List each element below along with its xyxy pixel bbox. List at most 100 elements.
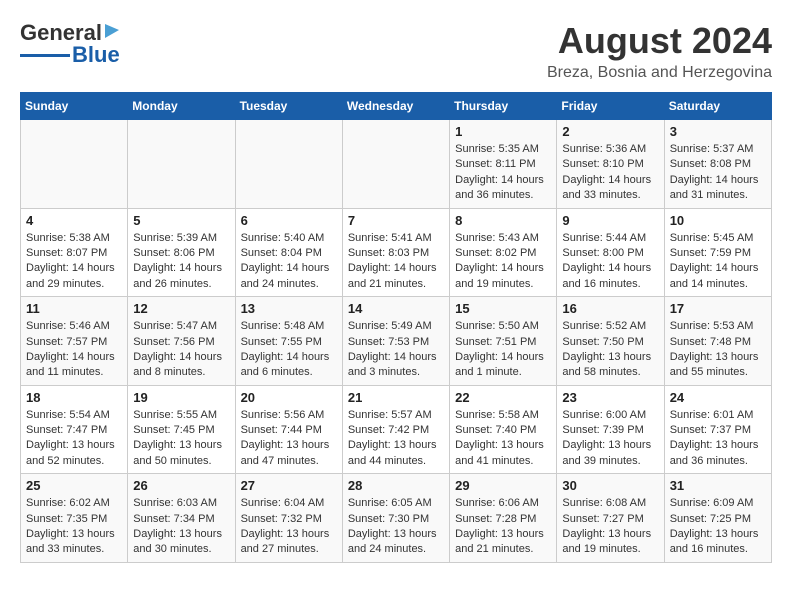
main-title: August 2024 bbox=[547, 20, 772, 62]
calendar-week-5: 25 Sunrise: 6:02 AM Sunset: 7:35 PM Dayli… bbox=[21, 474, 772, 563]
calendar-cell: 8Sunrise: 5:43 AM Sunset: 8:02 PM Daylig… bbox=[450, 208, 557, 297]
day-number: 9 bbox=[562, 213, 658, 228]
day-number: 30 bbox=[562, 478, 658, 493]
calendar-cell: 21 Sunrise: 5:57 AM Sunset: 7:42 PM Dayli… bbox=[342, 385, 449, 474]
day-number: 7 bbox=[348, 213, 444, 228]
day-number: 20 bbox=[241, 390, 337, 405]
calendar-cell bbox=[21, 120, 128, 209]
day-info: Sunrise: 6:06 AM Sunset: 7:28 PM Dayligh… bbox=[455, 496, 551, 558]
day-number: 28 bbox=[348, 478, 444, 493]
day-number: 3 bbox=[670, 124, 766, 139]
calendar-header-friday: Friday bbox=[557, 93, 664, 120]
day-info: Sunrise: 5:37 AM Sunset: 8:08 PM Dayligh… bbox=[670, 142, 766, 204]
day-info: Sunrise: 5:55 AM Sunset: 7:45 PM Dayligh… bbox=[133, 408, 229, 470]
day-number: 23 bbox=[562, 390, 658, 405]
calendar-cell: 16 Sunrise: 5:52 AM Sunset: 7:50 PM Dayli… bbox=[557, 297, 664, 386]
day-info: Sunrise: 6:04 AM Sunset: 7:32 PM Dayligh… bbox=[241, 496, 337, 558]
calendar-cell: 19 Sunrise: 5:55 AM Sunset: 7:45 PM Dayli… bbox=[128, 385, 235, 474]
calendar-cell: 31 Sunrise: 6:09 AM Sunset: 7:25 PM Dayli… bbox=[664, 474, 771, 563]
calendar-cell: 2Sunrise: 5:36 AM Sunset: 8:10 PM Daylig… bbox=[557, 120, 664, 209]
calendar-header-saturday: Saturday bbox=[664, 93, 771, 120]
calendar-week-2: 4Sunrise: 5:38 AM Sunset: 8:07 PM Daylig… bbox=[21, 208, 772, 297]
day-number: 25 bbox=[26, 478, 122, 493]
day-number: 31 bbox=[670, 478, 766, 493]
calendar-header-row: SundayMondayTuesdayWednesdayThursdayFrid… bbox=[21, 93, 772, 120]
day-info: Sunrise: 5:47 AM Sunset: 7:56 PM Dayligh… bbox=[133, 319, 229, 381]
day-info: Sunrise: 6:09 AM Sunset: 7:25 PM Dayligh… bbox=[670, 496, 766, 558]
day-number: 29 bbox=[455, 478, 551, 493]
calendar-cell: 17Sunrise: 5:53 AM Sunset: 7:48 PM Dayli… bbox=[664, 297, 771, 386]
calendar-cell: 4Sunrise: 5:38 AM Sunset: 8:07 PM Daylig… bbox=[21, 208, 128, 297]
calendar-week-1: 1Sunrise: 5:35 AM Sunset: 8:11 PM Daylig… bbox=[21, 120, 772, 209]
day-number: 16 bbox=[562, 301, 658, 316]
calendar-cell: 23 Sunrise: 6:00 AM Sunset: 7:39 PM Dayli… bbox=[557, 385, 664, 474]
calendar-cell bbox=[128, 120, 235, 209]
day-info: Sunrise: 5:50 AM Sunset: 7:51 PM Dayligh… bbox=[455, 319, 551, 381]
calendar-table: SundayMondayTuesdayWednesdayThursdayFrid… bbox=[20, 92, 772, 563]
day-number: 19 bbox=[133, 390, 229, 405]
calendar-header-thursday: Thursday bbox=[450, 93, 557, 120]
day-number: 21 bbox=[348, 390, 444, 405]
calendar-cell: 27Sunrise: 6:04 AM Sunset: 7:32 PM Dayli… bbox=[235, 474, 342, 563]
day-info: Sunrise: 5:49 AM Sunset: 7:53 PM Dayligh… bbox=[348, 319, 444, 381]
day-number: 5 bbox=[133, 213, 229, 228]
calendar-header-tuesday: Tuesday bbox=[235, 93, 342, 120]
calendar-cell: 13Sunrise: 5:48 AM Sunset: 7:55 PM Dayli… bbox=[235, 297, 342, 386]
day-number: 10 bbox=[670, 213, 766, 228]
day-info: Sunrise: 5:46 AM Sunset: 7:57 PM Dayligh… bbox=[26, 319, 122, 381]
calendar-cell: 24 Sunrise: 6:01 AM Sunset: 7:37 PM Dayli… bbox=[664, 385, 771, 474]
day-info: Sunrise: 5:44 AM Sunset: 8:00 PM Dayligh… bbox=[562, 231, 658, 293]
day-number: 2 bbox=[562, 124, 658, 139]
calendar-cell: 26 Sunrise: 6:03 AM Sunset: 7:34 PM Dayli… bbox=[128, 474, 235, 563]
day-number: 24 bbox=[670, 390, 766, 405]
day-info: Sunrise: 5:39 AM Sunset: 8:06 PM Dayligh… bbox=[133, 231, 229, 293]
calendar-cell: 7 Sunrise: 5:41 AM Sunset: 8:03 PM Daylig… bbox=[342, 208, 449, 297]
calendar-cell: 10 Sunrise: 5:45 AM Sunset: 7:59 PM Dayli… bbox=[664, 208, 771, 297]
calendar-cell: 30 Sunrise: 6:08 AM Sunset: 7:27 PM Dayli… bbox=[557, 474, 664, 563]
day-number: 14 bbox=[348, 301, 444, 316]
calendar-cell: 29 Sunrise: 6:06 AM Sunset: 7:28 PM Dayli… bbox=[450, 474, 557, 563]
day-number: 15 bbox=[455, 301, 551, 316]
calendar-cell: 11 Sunrise: 5:46 AM Sunset: 7:57 PM Dayli… bbox=[21, 297, 128, 386]
calendar-cell bbox=[235, 120, 342, 209]
day-info: Sunrise: 5:41 AM Sunset: 8:03 PM Dayligh… bbox=[348, 231, 444, 293]
calendar-cell: 1Sunrise: 5:35 AM Sunset: 8:11 PM Daylig… bbox=[450, 120, 557, 209]
calendar-cell: 20 Sunrise: 5:56 AM Sunset: 7:44 PM Dayli… bbox=[235, 385, 342, 474]
day-info: Sunrise: 6:02 AM Sunset: 7:35 PM Dayligh… bbox=[26, 496, 122, 558]
day-info: Sunrise: 5:40 AM Sunset: 8:04 PM Dayligh… bbox=[241, 231, 337, 293]
day-info: Sunrise: 6:00 AM Sunset: 7:39 PM Dayligh… bbox=[562, 408, 658, 470]
calendar-week-3: 11 Sunrise: 5:46 AM Sunset: 7:57 PM Dayli… bbox=[21, 297, 772, 386]
sub-title: Breza, Bosnia and Herzegovina bbox=[547, 64, 772, 82]
day-info: Sunrise: 6:03 AM Sunset: 7:34 PM Dayligh… bbox=[133, 496, 229, 558]
day-number: 4 bbox=[26, 213, 122, 228]
calendar-header-sunday: Sunday bbox=[21, 93, 128, 120]
calendar-cell: 6 Sunrise: 5:40 AM Sunset: 8:04 PM Daylig… bbox=[235, 208, 342, 297]
calendar-cell: 14 Sunrise: 5:49 AM Sunset: 7:53 PM Dayli… bbox=[342, 297, 449, 386]
day-number: 6 bbox=[241, 213, 337, 228]
day-info: Sunrise: 5:35 AM Sunset: 8:11 PM Dayligh… bbox=[455, 142, 551, 204]
calendar-cell: 22Sunrise: 5:58 AM Sunset: 7:40 PM Dayli… bbox=[450, 385, 557, 474]
day-number: 8 bbox=[455, 213, 551, 228]
calendar-body: 1Sunrise: 5:35 AM Sunset: 8:11 PM Daylig… bbox=[21, 120, 772, 563]
day-info: Sunrise: 5:57 AM Sunset: 7:42 PM Dayligh… bbox=[348, 408, 444, 470]
day-info: Sunrise: 6:08 AM Sunset: 7:27 PM Dayligh… bbox=[562, 496, 658, 558]
calendar-cell: 15 Sunrise: 5:50 AM Sunset: 7:51 PM Dayli… bbox=[450, 297, 557, 386]
day-info: Sunrise: 5:56 AM Sunset: 7:44 PM Dayligh… bbox=[241, 408, 337, 470]
day-info: Sunrise: 5:45 AM Sunset: 7:59 PM Dayligh… bbox=[670, 231, 766, 293]
calendar-header-wednesday: Wednesday bbox=[342, 93, 449, 120]
calendar-cell: 12Sunrise: 5:47 AM Sunset: 7:56 PM Dayli… bbox=[128, 297, 235, 386]
calendar-cell: 9 Sunrise: 5:44 AM Sunset: 8:00 PM Daylig… bbox=[557, 208, 664, 297]
day-info: Sunrise: 6:05 AM Sunset: 7:30 PM Dayligh… bbox=[348, 496, 444, 558]
calendar-cell: 18Sunrise: 5:54 AM Sunset: 7:47 PM Dayli… bbox=[21, 385, 128, 474]
day-info: Sunrise: 5:48 AM Sunset: 7:55 PM Dayligh… bbox=[241, 319, 337, 381]
calendar-header-monday: Monday bbox=[128, 93, 235, 120]
day-info: Sunrise: 5:52 AM Sunset: 7:50 PM Dayligh… bbox=[562, 319, 658, 381]
day-number: 18 bbox=[26, 390, 122, 405]
logo: General Blue bbox=[20, 20, 121, 68]
page-header: General Blue August 2024 Breza, Bosnia a… bbox=[20, 20, 772, 82]
day-number: 11 bbox=[26, 301, 122, 316]
day-number: 26 bbox=[133, 478, 229, 493]
day-info: Sunrise: 6:01 AM Sunset: 7:37 PM Dayligh… bbox=[670, 408, 766, 470]
calendar-cell bbox=[342, 120, 449, 209]
day-number: 22 bbox=[455, 390, 551, 405]
